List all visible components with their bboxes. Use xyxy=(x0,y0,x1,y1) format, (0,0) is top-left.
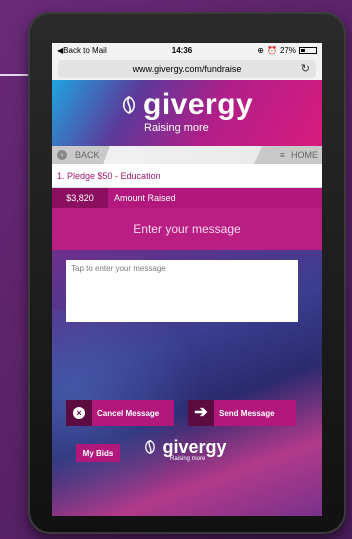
logo-wordmark: givergy xyxy=(143,88,254,121)
send-message-label: Send Message xyxy=(219,408,275,418)
url-text: www.givergy.com/fundraise xyxy=(132,64,242,74)
footer-logo: givergy Raising more xyxy=(142,437,227,462)
back-button[interactable]: ‹ BACK xyxy=(52,146,110,164)
clock: 14:36 xyxy=(171,46,193,55)
lock-rotation-icon: ⊕ xyxy=(257,46,264,55)
amount-raised-row: $3,820 Amount Raised xyxy=(52,188,322,208)
back-arrow-icon: ‹ xyxy=(57,150,67,160)
home-label: HOME xyxy=(291,150,318,160)
footer-logo-mark-icon xyxy=(145,439,155,455)
cancel-icon-box: × xyxy=(66,400,92,426)
menu-icon: ≡ xyxy=(279,150,285,160)
message-input[interactable]: Tap to enter your message xyxy=(66,260,298,322)
battery-percent: 27% xyxy=(279,46,296,55)
footer-logo-wordmark: givergy xyxy=(162,437,227,457)
cancel-message-button[interactable]: × Cancel Message xyxy=(66,400,174,426)
device-screen: ◀Back to Mail 14:36 ⊕ ⏰ 27% www.givergy.… xyxy=(52,43,322,516)
send-icon-box: ➔ xyxy=(188,400,214,426)
tablet-device: ◀Back to Mail 14:36 ⊕ ⏰ 27% www.givergy.… xyxy=(28,12,346,534)
alarm-icon: ⏰ xyxy=(267,46,277,55)
status-bar: ◀Back to Mail 14:36 ⊕ ⏰ 27% xyxy=(52,43,322,58)
arrow-right-icon: ➔ xyxy=(194,404,208,421)
url-field[interactable]: www.givergy.com/fundraise ↻ xyxy=(58,60,316,78)
status-indicators: ⊕ ⏰ 27% xyxy=(257,46,317,55)
back-label: BACK xyxy=(75,150,100,160)
amount-raised-label: Amount Raised xyxy=(114,193,176,203)
battery-icon xyxy=(298,47,317,54)
pledge-title: 1. Pledge $50 - Education xyxy=(52,164,322,188)
home-button[interactable]: ≡ HOME xyxy=(254,146,322,164)
nav-bar: ‹ BACK ≡ HOME xyxy=(52,146,322,164)
close-icon: × xyxy=(73,407,85,419)
cancel-message-label: Cancel Message xyxy=(97,408,160,418)
message-header: Enter your message xyxy=(52,208,322,250)
back-to-mail-link[interactable]: ◀Back to Mail xyxy=(57,46,107,55)
send-message-button[interactable]: ➔ Send Message xyxy=(188,400,296,426)
decorative-line xyxy=(0,74,28,76)
logo-tagline: Raising more xyxy=(144,122,209,134)
amount-raised-value: $3,820 xyxy=(52,188,108,208)
givergy-logo: givergy xyxy=(119,90,253,120)
reload-icon[interactable]: ↻ xyxy=(301,62,310,75)
givergy-logo-mark-icon xyxy=(122,96,136,114)
brand-banner: givergy Raising more xyxy=(52,80,322,146)
address-bar: www.givergy.com/fundraise ↻ xyxy=(52,58,322,80)
message-panel: Tap to enter your message × Cancel Messa… xyxy=(52,250,322,516)
back-to-mail-label: Back to Mail xyxy=(63,46,107,55)
my-bids-button[interactable]: My Bids xyxy=(76,444,120,462)
footer-logo-tagline: Raising more xyxy=(170,456,206,462)
